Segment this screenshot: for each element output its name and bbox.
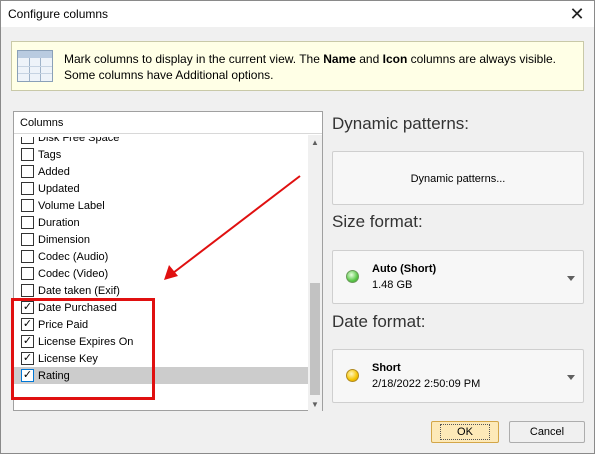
dynamic-patterns-button-label: Dynamic patterns... bbox=[410, 173, 506, 185]
column-checkbox[interactable] bbox=[21, 137, 34, 144]
column-list-item[interactable]: Price Paid bbox=[14, 316, 308, 333]
scroll-down-icon[interactable]: ▼ bbox=[308, 397, 322, 411]
columns-list[interactable]: Columns Disk Free Space Tags Added Updated V… bbox=[13, 111, 323, 411]
info-text: Mark columns to display in the current v… bbox=[64, 51, 556, 83]
chevron-down-icon[interactable] bbox=[567, 375, 575, 380]
column-label: License Expires On bbox=[38, 335, 134, 348]
close-icon[interactable]: ✕ bbox=[566, 3, 588, 25]
title-bar: Configure columns ✕ bbox=[1, 1, 594, 27]
column-label: License Key bbox=[38, 352, 98, 365]
scroll-thumb[interactable] bbox=[310, 283, 320, 395]
ok-button-label: OK bbox=[440, 424, 490, 440]
column-label: Codec (Video) bbox=[38, 267, 109, 280]
ok-button[interactable]: OK bbox=[431, 421, 499, 443]
date-format-title: Short bbox=[372, 362, 401, 374]
window-title: Configure columns bbox=[8, 7, 109, 21]
size-format-heading: Size format: bbox=[332, 212, 423, 231]
column-list-item[interactable]: Codec (Audio) bbox=[14, 248, 308, 265]
info-name-keyword: Name bbox=[323, 52, 356, 66]
columns-scrollbar[interactable]: ▲ ▼ bbox=[308, 135, 322, 411]
column-label: Duration bbox=[38, 216, 80, 229]
column-list-item[interactable]: Date taken (Exif) bbox=[14, 282, 308, 299]
column-label: Date taken (Exif) bbox=[38, 284, 120, 297]
column-list-item[interactable]: License Expires On bbox=[14, 333, 308, 350]
column-checkbox[interactable] bbox=[21, 233, 34, 246]
size-format-combo[interactable]: Auto (Short) 1.48 GB bbox=[332, 250, 584, 304]
column-list-item[interactable]: Volume Label bbox=[14, 197, 308, 214]
column-list-item[interactable]: Rating bbox=[14, 367, 308, 384]
columns-list-header: Columns bbox=[14, 112, 322, 134]
column-checkbox[interactable] bbox=[21, 182, 34, 195]
column-label: Added bbox=[38, 165, 70, 178]
configure-columns-dialog: Configure columns ✕ Mark columns to disp… bbox=[0, 0, 595, 454]
dynamic-patterns-heading: Dynamic patterns: bbox=[332, 114, 469, 133]
dynamic-patterns-button[interactable]: Dynamic patterns... bbox=[332, 151, 584, 205]
info-banner: Mark columns to display in the current v… bbox=[11, 41, 584, 91]
info-text-part: columns are always visible. bbox=[407, 52, 557, 66]
column-label: Codec (Audio) bbox=[38, 250, 109, 263]
table-grid-icon bbox=[17, 50, 53, 82]
column-checkbox[interactable] bbox=[21, 318, 34, 331]
column-label: Rating bbox=[38, 369, 70, 382]
date-format-sample: 2/18/2022 2:50:09 PM bbox=[372, 378, 481, 390]
column-label: Tags bbox=[38, 148, 62, 161]
column-list-item[interactable]: License Key bbox=[14, 350, 308, 367]
column-checkbox[interactable] bbox=[21, 148, 34, 161]
column-list-item[interactable]: Added bbox=[14, 163, 308, 180]
date-format-heading: Date format: bbox=[332, 312, 426, 331]
column-list-item[interactable]: Dimension bbox=[14, 231, 308, 248]
info-text-line2: Some columns have Additional options. bbox=[64, 68, 274, 82]
column-list-item[interactable]: Disk Free Space bbox=[14, 137, 308, 146]
columns-header-label: Columns bbox=[20, 117, 64, 129]
column-label: Disk Free Space bbox=[38, 137, 120, 144]
info-icon-keyword: Icon bbox=[382, 52, 408, 66]
column-checkbox[interactable] bbox=[21, 284, 34, 297]
column-label: Date Purchased bbox=[38, 301, 117, 314]
column-list-item[interactable]: Updated bbox=[14, 180, 308, 197]
status-indicator-icon bbox=[346, 270, 359, 283]
column-checkbox[interactable] bbox=[21, 369, 34, 382]
size-format-title: Auto (Short) bbox=[372, 263, 437, 275]
column-checkbox[interactable] bbox=[21, 301, 34, 314]
column-checkbox[interactable] bbox=[21, 250, 34, 263]
column-checkbox[interactable] bbox=[21, 352, 34, 365]
column-checkbox[interactable] bbox=[21, 165, 34, 178]
column-checkbox[interactable] bbox=[21, 267, 34, 280]
columns-list-items: Disk Free Space Tags Added Updated Volume La… bbox=[14, 137, 308, 411]
cancel-button[interactable]: Cancel bbox=[509, 421, 585, 443]
column-list-item[interactable]: Codec (Video) bbox=[14, 265, 308, 282]
status-indicator-icon bbox=[346, 369, 359, 382]
column-list-item[interactable]: Duration bbox=[14, 214, 308, 231]
column-checkbox[interactable] bbox=[21, 199, 34, 212]
column-label: Volume Label bbox=[38, 199, 105, 212]
column-list-item[interactable]: Date Purchased bbox=[14, 299, 308, 316]
info-text-part: Mark columns to display in the current v… bbox=[64, 52, 324, 66]
chevron-down-icon[interactable] bbox=[567, 276, 575, 281]
info-text-part: and bbox=[355, 52, 383, 66]
column-label: Updated bbox=[38, 182, 80, 195]
column-label: Dimension bbox=[38, 233, 90, 246]
column-label: Price Paid bbox=[38, 318, 89, 331]
column-checkbox[interactable] bbox=[21, 335, 34, 348]
column-checkbox[interactable] bbox=[21, 216, 34, 229]
scroll-up-icon[interactable]: ▲ bbox=[308, 135, 322, 149]
size-format-sample: 1.48 GB bbox=[372, 279, 413, 291]
column-list-item[interactable]: Tags bbox=[14, 146, 308, 163]
date-format-combo[interactable]: Short 2/18/2022 2:50:09 PM bbox=[332, 349, 584, 403]
